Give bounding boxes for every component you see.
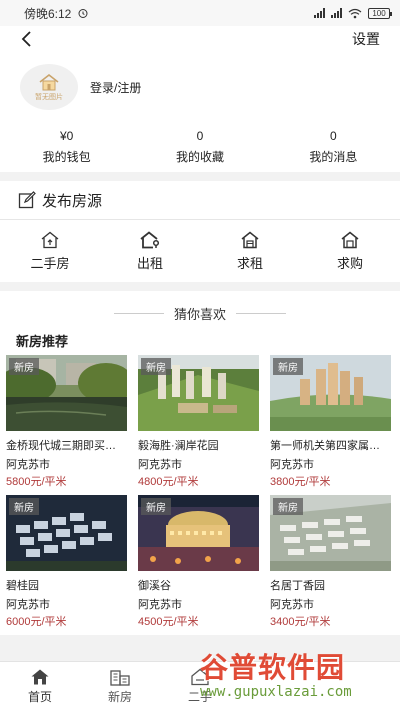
listing-tag: 新房 xyxy=(273,498,303,515)
login-register-link[interactable]: 登录/注册 xyxy=(90,79,141,96)
profile-section: 暂无图片 登录/注册 xyxy=(0,52,400,122)
stat-messages[interactable]: 0 我的消息 xyxy=(267,122,400,172)
divider-line xyxy=(236,312,286,314)
back-arrow-icon xyxy=(21,31,31,47)
tab-label: 新房 xyxy=(107,690,132,704)
settings-button[interactable]: 设置 xyxy=(352,29,380,49)
signal-icon-2 xyxy=(331,8,342,18)
listing-city: 阿克苏市 xyxy=(138,459,182,471)
listing-name: 御溪谷 xyxy=(138,580,171,592)
stat-wallet[interactable]: ¥0 我的钱包 xyxy=(0,122,133,172)
listing-price: 6000元/平米 xyxy=(6,616,67,628)
quick-action-label: 出租 xyxy=(136,255,163,271)
wifi-icon xyxy=(348,8,362,18)
back-button[interactable] xyxy=(20,29,40,49)
recommendations: 猜你喜欢 新房推荐 新房 金桥现代城三期即买… 阿克苏市 5800元/平米 新房… xyxy=(0,291,400,635)
listing-card[interactable]: 新房 名居丁香园 阿克苏市 3400元/平米 xyxy=(270,495,391,635)
stat-label: 我的钱包 xyxy=(42,150,91,164)
house-key-icon xyxy=(140,230,160,248)
listing-image: 新房 xyxy=(270,495,391,571)
tab-label: 首页 xyxy=(27,690,52,704)
alarm-icon xyxy=(78,9,88,18)
publish-label: 发布房源 xyxy=(42,192,103,210)
status-time: 傍晚6:12 xyxy=(24,6,72,21)
section-gap xyxy=(0,172,400,181)
battery-level: 100 xyxy=(372,8,386,18)
battery-icon: 100 xyxy=(368,7,392,19)
stat-value: ¥0 xyxy=(59,129,74,143)
listing-city: 阿克苏市 xyxy=(270,599,314,611)
listing-price: 4800元/平米 xyxy=(138,476,199,488)
guess-title: 猜你喜欢 xyxy=(173,306,226,322)
quick-action-label: 二手房 xyxy=(30,255,70,271)
quick-action-seek-rent[interactable]: 求租 xyxy=(200,220,300,282)
listing-price: 4500元/平米 xyxy=(138,616,199,628)
listing-city: 阿克苏市 xyxy=(270,459,314,471)
listing-image: 新房 xyxy=(138,355,259,431)
listing-grid: 新房 金桥现代城三期即买… 阿克苏市 5800元/平米 新房 毅海胜·澜岸花园 … xyxy=(0,355,400,635)
edit-icon xyxy=(18,191,36,209)
listing-tag: 新房 xyxy=(273,358,303,375)
listing-tag: 新房 xyxy=(9,358,39,375)
avatar-caption: 暂无图片 xyxy=(35,93,63,101)
quick-action-label: 求购 xyxy=(336,255,363,271)
stat-favorites[interactable]: 0 我的收藏 xyxy=(133,122,266,172)
listing-name: 第一师机关第四家属… xyxy=(270,440,380,452)
listing-card[interactable]: 新房 第一师机关第四家属… 阿克苏市 3800元/平米 xyxy=(270,355,391,495)
listing-name: 金桥现代城三期即买… xyxy=(6,440,116,452)
listing-price: 5800元/平米 xyxy=(6,476,67,488)
avatar[interactable]: 暂无图片 xyxy=(20,64,78,110)
watermark-url: www.gupuxlazai.com xyxy=(200,684,352,700)
listing-price: 3400元/平米 xyxy=(270,616,331,628)
house-buy-icon xyxy=(341,231,359,248)
listing-image: 新房 xyxy=(270,355,391,431)
listing-city: 阿克苏市 xyxy=(6,459,50,471)
stat-label: 我的收藏 xyxy=(175,150,224,164)
house-placeholder-icon xyxy=(39,73,59,90)
quick-action-label: 求租 xyxy=(236,255,263,271)
quick-action-rent-out[interactable]: 出租 xyxy=(100,220,200,282)
listing-image: 新房 xyxy=(138,495,259,571)
quick-actions: 二手房 出租 求租 求购 xyxy=(0,220,400,282)
publish-listing-button[interactable]: 发布房源 xyxy=(0,181,400,219)
status-bar: 傍晚6:12 100 xyxy=(0,0,400,26)
listing-card[interactable]: 新房 碧桂园 阿克苏市 6000元/平米 xyxy=(6,495,127,635)
section-title: 新房推荐 xyxy=(16,334,69,349)
tab-new-homes[interactable]: 新房 xyxy=(80,662,160,711)
listing-city: 阿克苏市 xyxy=(6,599,50,611)
listing-name: 碧桂园 xyxy=(6,580,39,592)
home-icon xyxy=(31,669,49,685)
signal-icon xyxy=(314,8,325,18)
watermark: 谷普软件园 www.gupuxlazai.com xyxy=(200,653,396,705)
section-gap xyxy=(0,282,400,291)
house-up-icon xyxy=(41,231,59,248)
tab-home[interactable]: 首页 xyxy=(0,662,80,711)
listing-tag: 新房 xyxy=(141,358,171,375)
watermark-title: 谷普软件园 xyxy=(200,652,346,683)
top-bar: 设置 xyxy=(0,26,400,52)
listing-card[interactable]: 新房 毅海胜·澜岸花园 阿克苏市 4800元/平米 xyxy=(138,355,259,495)
house-search-icon xyxy=(241,231,259,248)
guess-header: 猜你喜欢 xyxy=(0,303,400,323)
listing-name: 名居丁香园 xyxy=(270,580,325,592)
listing-image: 新房 xyxy=(6,495,127,571)
listing-card[interactable]: 新房 金桥现代城三期即买… 阿克苏市 5800元/平米 xyxy=(6,355,127,495)
stat-label: 我的消息 xyxy=(309,150,358,164)
listing-tag: 新房 xyxy=(141,498,171,515)
listing-image: 新房 xyxy=(6,355,127,431)
building-icon xyxy=(110,670,130,686)
listing-city: 阿克苏市 xyxy=(138,599,182,611)
quick-action-seek-buy[interactable]: 求购 xyxy=(300,220,400,282)
stat-value: 0 xyxy=(329,129,337,143)
quick-action-second-hand[interactable]: 二手房 xyxy=(0,220,100,282)
listing-tag: 新房 xyxy=(9,498,39,515)
divider-line xyxy=(113,312,164,314)
stat-value: 0 xyxy=(196,129,204,143)
listing-price: 3800元/平米 xyxy=(270,476,331,488)
listing-name: 毅海胜·澜岸花园 xyxy=(138,440,219,452)
stats-row: ¥0 我的钱包 0 我的收藏 0 我的消息 xyxy=(0,122,400,172)
listing-card[interactable]: 新房 御溪谷 阿克苏市 4500元/平米 xyxy=(138,495,259,635)
